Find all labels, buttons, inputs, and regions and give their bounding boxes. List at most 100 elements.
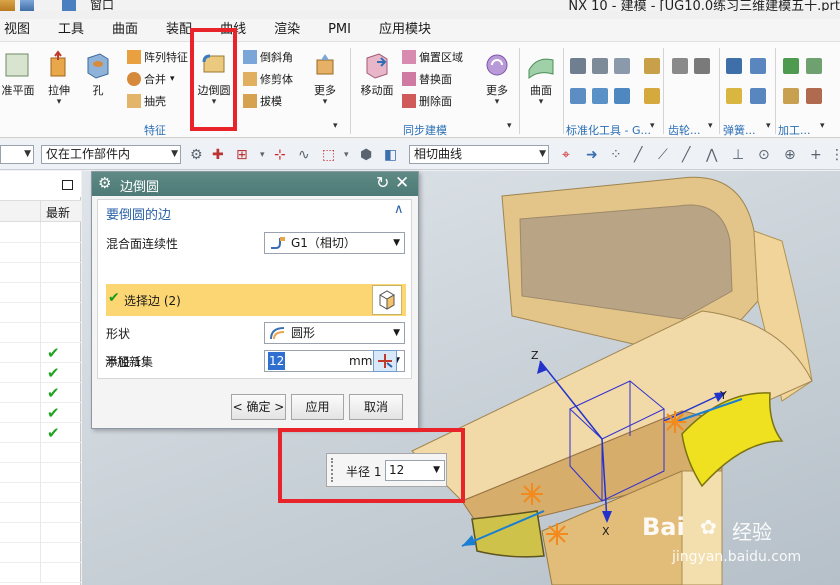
gear-tool-icon[interactable] [672, 58, 688, 74]
move-face-button[interactable]: 移动面 [357, 50, 397, 98]
menu-application[interactable]: 应用模块 [365, 19, 445, 41]
menu-view[interactable]: 视图 [0, 19, 44, 41]
std-tool-icon[interactable] [644, 88, 660, 104]
snap-icon[interactable]: ⚙ [190, 147, 203, 163]
cancel-button[interactable]: 取消 [349, 394, 403, 420]
surface-button[interactable]: 曲面 ▾ [523, 50, 559, 107]
std-tool-icon[interactable] [614, 88, 630, 104]
machining-tool-icon[interactable] [806, 88, 822, 104]
surface-dropdown-icon[interactable]: ▾ [523, 98, 559, 107]
more-features-button[interactable]: 更多 ▾ [308, 50, 342, 107]
reset-icon[interactable]: ↻ [376, 173, 389, 192]
pick-point-icon[interactable]: ✚ [212, 147, 224, 163]
navigator-row[interactable] [0, 463, 81, 483]
chevron-up-icon[interactable]: ∧ [394, 202, 404, 217]
navigator-row[interactable] [0, 323, 81, 343]
more-sync-dropdown-icon[interactable]: ▾ [480, 98, 514, 107]
snap-endpoint-icon[interactable]: ⁘ [610, 147, 622, 163]
stop-at-intersection-icon[interactable]: ⌖ [562, 147, 570, 163]
selection-scope-combo[interactable]: 仅在工作部件内 ▼ [41, 145, 181, 164]
gear-group-expand-icon[interactable]: ▾ [708, 122, 713, 131]
more-features-dropdown-icon[interactable]: ▾ [308, 98, 342, 107]
more-sync-button[interactable]: 更多 ▾ [480, 50, 514, 107]
feature-group-expand-icon[interactable]: ▾ [333, 122, 338, 131]
navigator-row[interactable] [0, 483, 81, 503]
cursor-point-icon[interactable]: ⊹ [274, 147, 286, 163]
menu-render[interactable]: 渲染 [260, 19, 314, 41]
datum-plane-button[interactable]: 准平面 [0, 50, 36, 98]
gear-tool-icon[interactable] [694, 58, 710, 74]
navigator-row[interactable] [0, 563, 81, 583]
spring-tool-icon[interactable] [726, 88, 742, 104]
machining-tool-icon[interactable] [783, 58, 799, 74]
unite-button[interactable]: 合并 ▾ [127, 70, 175, 88]
navigator-row[interactable]: ✔ [0, 343, 81, 363]
replace-face-button[interactable]: 替换面 [402, 70, 452, 88]
spring-tool-icon[interactable] [750, 58, 766, 74]
hole-button[interactable]: 孔 [82, 50, 114, 98]
std-tool-icon[interactable] [570, 88, 586, 104]
machining-group-expand-icon[interactable]: ▾ [820, 122, 825, 131]
pattern-feature-button[interactable]: 阵列特征 [127, 48, 188, 66]
chamfer-button[interactable]: 倒斜角 [243, 48, 293, 66]
std-tool-icon[interactable] [644, 58, 660, 74]
navigator-row[interactable] [0, 223, 81, 243]
snap-point-icon[interactable]: + [810, 147, 822, 163]
follow-fillet-icon[interactable]: ➜ [586, 147, 598, 163]
select-edge-row[interactable]: ✔ 选择边 (2) [106, 284, 406, 316]
snap-quadrant-icon[interactable]: ⊕ [784, 147, 796, 163]
ok-button[interactable]: < 确定 > [231, 394, 286, 420]
save-icon[interactable] [0, 0, 15, 11]
navigator-row[interactable] [0, 543, 81, 563]
std-tools-expand-icon[interactable]: ▾ [650, 122, 655, 131]
chevron-down-icon[interactable]: ▾ [344, 147, 349, 163]
draft-button[interactable]: 拔模 [243, 92, 282, 110]
snap-polyline-icon[interactable]: ⋀ [706, 147, 717, 163]
chevron-down-icon[interactable]: ▾ [260, 147, 265, 163]
type-filter-combo[interactable]: ▼ [0, 145, 34, 164]
select-filter-icon[interactable]: ⊞ [236, 147, 248, 163]
drag-handle-icon[interactable] [521, 483, 543, 505]
std-tool-icon[interactable] [592, 58, 608, 74]
trim-body-button[interactable]: 修剪体 [243, 70, 293, 88]
curve-rule-combo[interactable]: 相切曲线 ▼ [409, 145, 549, 164]
shape-select[interactable]: 圆形 ▼ [264, 322, 405, 344]
maximize-icon[interactable] [62, 180, 73, 190]
continuity-select[interactable]: G1（相切） ▼ [264, 232, 405, 254]
gear-icon[interactable]: ⚙ [98, 174, 111, 192]
machining-tool-icon[interactable] [783, 88, 799, 104]
section-edges-to-blend[interactable]: 要倒圆的边 ∧ [98, 200, 411, 224]
std-tool-icon[interactable] [592, 88, 608, 104]
navigator-row[interactable] [0, 263, 81, 283]
window-icon[interactable] [62, 0, 76, 11]
add-new-set-button[interactable] [373, 350, 397, 372]
extrude-dropdown-icon[interactable]: ▾ [41, 98, 77, 107]
snap-curve-icon[interactable]: ╱ [682, 147, 690, 163]
navigator-row[interactable] [0, 243, 81, 263]
extrude-button[interactable]: 拉伸 ▾ [41, 50, 77, 107]
inference-icon[interactable]: ∿ [298, 147, 310, 163]
menu-pmi[interactable]: PMI [314, 19, 365, 41]
close-icon[interactable]: ✕ [395, 173, 409, 193]
navigator-row[interactable] [0, 503, 81, 523]
offset-region-button[interactable]: 偏置区域 [402, 48, 463, 66]
select-box-icon[interactable]: ⬚ [322, 147, 335, 163]
sync-group-expand-icon[interactable]: ▾ [507, 122, 512, 131]
delete-face-button[interactable]: 删除面 [402, 92, 452, 110]
face-filter-icon[interactable]: ◧ [384, 147, 397, 163]
body-filter-icon[interactable]: ⬢ [360, 147, 372, 163]
snap-arc-center-icon[interactable]: ⊙ [758, 147, 770, 163]
std-tool-icon[interactable] [614, 58, 630, 74]
spring-tool-icon[interactable] [726, 58, 742, 74]
snap-tangent-icon[interactable]: ⟋ [658, 147, 668, 163]
std-tool-icon[interactable] [570, 58, 586, 74]
undo-icon[interactable] [20, 0, 34, 11]
navigator-row[interactable] [0, 523, 81, 543]
navigator-row[interactable]: ✔ [0, 423, 81, 443]
navigator-row[interactable] [0, 303, 81, 323]
spring-tool-icon[interactable] [750, 88, 766, 104]
spring-group-expand-icon[interactable]: ▾ [766, 122, 771, 131]
navigator-row[interactable] [0, 443, 81, 463]
snap-intersection-icon[interactable]: ⊥ [732, 147, 744, 163]
apply-button[interactable]: 应用 [291, 394, 344, 420]
